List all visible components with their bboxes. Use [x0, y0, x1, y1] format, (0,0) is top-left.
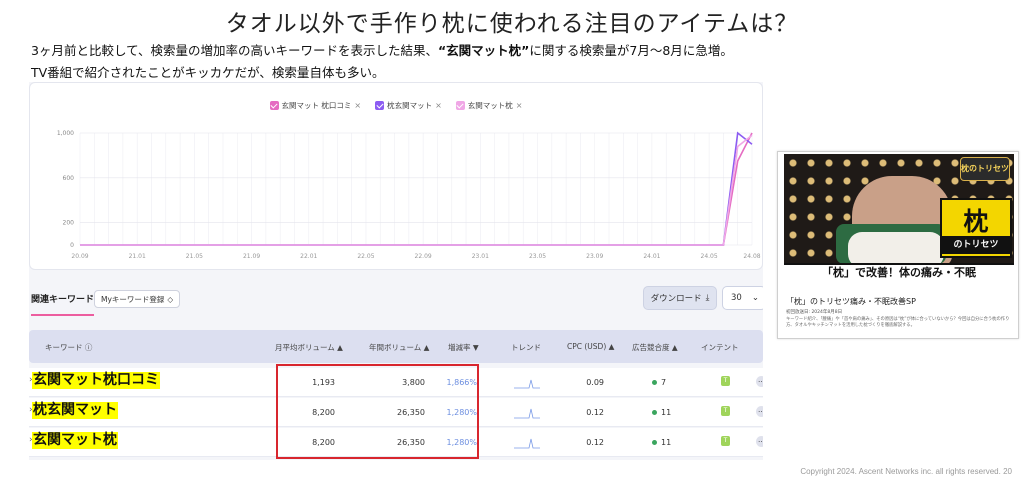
y-tick-label: 200: [63, 220, 75, 227]
x-tick-label: 22.01: [300, 253, 317, 260]
cpc-value: 0.12: [586, 408, 604, 417]
x-tick-label: 22.05: [357, 253, 374, 260]
x-tick-label: 24.01: [643, 253, 660, 260]
table-header: キーワード ⓘ 月平均ボリューム ▲ 年間ボリューム ▲ 増減率 ▼ トレンド …: [29, 330, 763, 363]
trend-line-chart: 0 200 600 1,000 20.09 21.01 21.05 21.09 22.01 22.…: [57, 130, 761, 260]
x-tick-label: 23.01: [472, 253, 489, 260]
series-line: [80, 131, 753, 246]
competition-value: 11: [652, 408, 671, 417]
highlight-keyword: “玄関マット枕”: [437, 43, 530, 58]
more-icon[interactable]: …: [756, 376, 763, 387]
x-tick-label: 21.05: [186, 253, 203, 260]
header-competition[interactable]: 広告競合度 ▲: [632, 342, 678, 353]
article-text: キーワード紹介、「腰痛」や「首や肩の痛み」、その原因は“枕”が体に合っていないか…: [786, 317, 1010, 328]
series-line: [80, 132, 753, 246]
download-button[interactable]: ダウンロード ⤓: [643, 286, 717, 310]
diamond-icon: ◇: [167, 294, 174, 304]
intent-badge: T: [721, 376, 730, 386]
x-tick-label: 24.08: [743, 253, 760, 260]
header-intent: インテント: [701, 343, 739, 352]
header-trend: トレンド: [511, 343, 541, 352]
page-number: 20: [1003, 467, 1012, 476]
header-growth[interactable]: 増減率 ▼: [448, 342, 479, 353]
x-tick-label: 24.05: [701, 253, 718, 260]
cpc-value: 0.12: [586, 438, 604, 447]
cpc-value: 0.09: [586, 378, 604, 387]
y-tick-label: 1,000: [57, 130, 74, 137]
copyright-footer: Copyright 2024. Ascent Networks inc. all…: [800, 467, 1012, 476]
slide-title: タオル以外で手作り枕に使われる注目のアイテムは？: [225, 11, 799, 37]
y-tick-label: 0: [70, 242, 74, 249]
thumbnail-banner: 「枕」で改善！体の痛み・不眠: [784, 263, 1014, 281]
program-title-panel: 枕 のトリセツ: [940, 198, 1012, 258]
my-keyword-register-button[interactable]: Myキーワード登録 ◇: [94, 290, 181, 308]
competition-value: 7: [652, 378, 666, 387]
tab-related-keywords[interactable]: 関連キーワード: [31, 292, 95, 316]
sort-icon: ▲: [608, 342, 615, 351]
intent-badge: T: [721, 406, 730, 416]
status-dot-icon: [652, 440, 657, 445]
trend-chart-card: 玄関マット 枕口コミ × 枕玄関マット × 玄関マット枕 × 0 200 600 1,…: [29, 82, 763, 270]
sort-icon: ▲: [671, 343, 678, 352]
x-tick-label: 23.05: [529, 253, 546, 260]
x-tick-label: 23.09: [586, 253, 603, 260]
keyword-cell[interactable]: 枕玄関マット: [32, 402, 118, 419]
per-page-select[interactable]: 30 ⌄: [722, 286, 763, 310]
highlight-box: [276, 364, 479, 459]
trend-sparkline: [514, 438, 540, 449]
description-line-2: TV番組で紹介されたことがキッカケだが、検索量自体も多い。: [31, 65, 385, 80]
tv-program-thumbnail: 枕のトリセツ 枕 のトリセツ 「枕」で改善！体の痛み・不眠: [784, 154, 1014, 281]
chevron-down-icon: ⌄: [751, 293, 759, 303]
x-tick-label: 20.09: [71, 253, 88, 260]
intent-badge: T: [721, 436, 730, 446]
header-yearly[interactable]: 年間ボリューム ▲: [369, 342, 429, 353]
x-tick-label: 21.01: [129, 253, 146, 260]
header-monthly[interactable]: 月平均ボリューム ▲: [275, 342, 343, 353]
status-dot-icon: [652, 380, 657, 385]
more-icon[interactable]: …: [756, 406, 763, 417]
more-icon[interactable]: …: [756, 436, 763, 447]
series-line: [80, 134, 753, 246]
x-tick-label: 22.09: [415, 253, 432, 260]
description-line-1: 3ヶ月前と比較して、検索量の増加率の高いキーワードを表示した結果、“玄関マット枕…: [31, 43, 733, 58]
keyword-cell[interactable]: 玄関マット枕: [32, 432, 118, 449]
related-keywords-header: 関連キーワード Myキーワード登録 ◇ ダウンロード ⤓ 30 ⌄: [29, 286, 763, 320]
download-icon: ⤓: [705, 293, 710, 303]
keyword-cell[interactable]: 玄関マット枕口コミ: [32, 372, 160, 389]
program-logo: 枕のトリセツ: [960, 157, 1010, 181]
y-tick-label: 600: [63, 175, 75, 182]
header-cpc[interactable]: CPC (USD) ▲: [567, 342, 614, 351]
competition-value: 11: [652, 438, 671, 447]
sort-desc-icon: ▼: [472, 343, 479, 352]
header-keyword[interactable]: キーワード ⓘ: [45, 342, 92, 353]
article-title[interactable]: 「枕」のトリセツ痛み・不眠改善SP: [786, 296, 916, 307]
trend-sparkline: [514, 379, 540, 389]
status-dot-icon: [652, 410, 657, 415]
tv-article-card[interactable]: 枕のトリセツ 枕 のトリセツ 「枕」で改善！体の痛み・不眠 「枕」のトリセツ痛み…: [777, 151, 1019, 339]
sort-icon: ▲: [423, 343, 430, 352]
x-tick-label: 21.09: [243, 253, 260, 260]
article-date: 初回放送日: 2024年8月8日: [786, 310, 843, 315]
sort-icon: ▲: [337, 343, 343, 352]
info-icon: ⓘ: [84, 343, 93, 352]
trend-sparkline: [514, 408, 540, 419]
